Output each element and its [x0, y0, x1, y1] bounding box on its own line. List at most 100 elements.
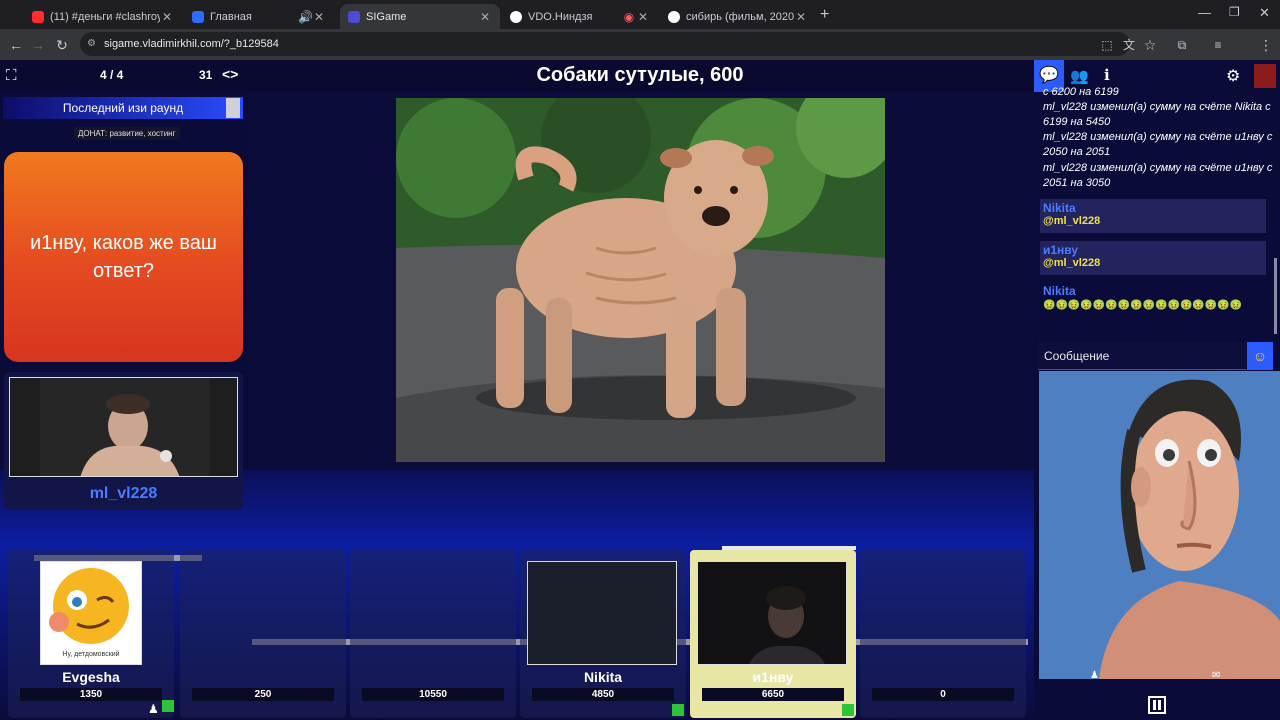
- player-avatar: [40, 561, 142, 665]
- message-input[interactable]: Сообщение: [1038, 342, 1246, 370]
- theme-title: Собаки сутулые, 600: [536, 64, 744, 86]
- chat-log-line: ml_vl228 изменил(а) сумму на счёте и1нву…: [1043, 162, 1273, 189]
- question-image: [396, 98, 885, 462]
- close-icon[interactable]: ✕: [636, 10, 650, 24]
- message-author: Nikita: [1043, 201, 1076, 215]
- message-placeholder: Сообщение: [1044, 349, 1110, 363]
- code-toggle-icon[interactable]: <>: [222, 66, 238, 82]
- timer-value: 31: [199, 68, 213, 82]
- speaker-icon[interactable]: 🔊: [298, 10, 313, 24]
- user-icon: ♟: [1090, 670, 1099, 681]
- host-panel: ml_vl228: [4, 372, 243, 510]
- person-icon: ♟: [148, 702, 159, 716]
- tab-label: SIGame: [366, 10, 407, 23]
- chat-scrollbar[interactable]: [1274, 258, 1277, 334]
- chat-log-line: ml_vl228 изменил(а) сумму на счёте и1нву…: [1043, 131, 1273, 158]
- game-header: ⛶ 4 / 4 31 <> Собаки сутулые, 600: [0, 60, 1034, 92]
- sigame-icon: [348, 10, 360, 23]
- message-text: @ml_vl228: [1043, 257, 1101, 269]
- host-webcam: [9, 377, 238, 477]
- game-menu-icon[interactable]: ⛶: [6, 67, 24, 85]
- settings-icon[interactable]: ⚙: [1226, 66, 1240, 86]
- player-score: 250: [192, 688, 334, 701]
- info-tab-icon[interactable]: ℹ: [1104, 66, 1110, 84]
- browser-tab-search[interactable]: сибирь (фильм, 2020) актеры ✕: [660, 4, 816, 29]
- browser-tab-strip: (11) #деньги #clashroyale #cas ✕ Главная…: [0, 0, 1280, 29]
- close-window-icon[interactable]: ✕: [1259, 5, 1270, 21]
- player-slot[interactable]: 0: [860, 550, 1026, 718]
- player-slot[interactable]: 250: [180, 550, 346, 718]
- ready-indicator: [842, 704, 854, 716]
- new-tab-icon[interactable]: +: [820, 6, 829, 24]
- player-score: 1350: [20, 688, 162, 701]
- tab-label: сибирь (фильм, 2020) актеры: [686, 10, 794, 23]
- browser-tab-sigame[interactable]: SIGame ✕: [340, 4, 500, 29]
- question-progress: 4 / 4: [100, 68, 124, 82]
- round-indicator: [226, 98, 240, 118]
- player-score: 10550: [362, 688, 504, 701]
- address-bar[interactable]: ⚙ sigame.vladimirkhil.com/?_b129584: [80, 32, 1130, 56]
- browser-toolbar: ← → ↻ ⚙ sigame.vladimirkhil.com/?_b12958…: [0, 29, 1280, 82]
- player-name: и1нву: [752, 669, 794, 685]
- player-slot[interactable]: 10550: [350, 550, 516, 718]
- youtube-icon: [32, 10, 44, 23]
- extensions-icon[interactable]: ⧉: [1172, 35, 1192, 55]
- host-name: ml_vl228: [89, 485, 158, 502]
- media-icon: [192, 10, 204, 23]
- url-text: sigame.vladimirkhil.com/?_b129584: [104, 38, 279, 50]
- reload-icon[interactable]: ↻: [52, 35, 72, 55]
- avatar-caption: Ну, детдомовский: [62, 651, 120, 658]
- message-text: 🤢🤢🤢🤢🤢🤢🤢🤢🤢🤢🤢🤢🤢🤢🤢🤢: [1043, 300, 1243, 311]
- record-icon[interactable]: ◉: [622, 10, 636, 24]
- mail-icon: ✉: [1212, 670, 1221, 681]
- vdo-icon: [510, 10, 522, 23]
- message-author: и1нву: [1043, 243, 1079, 257]
- player-slot[interactable]: Nikita 4850: [520, 550, 686, 718]
- browser-tab-vdo[interactable]: VDO.Ниндзя ◉ ✕: [502, 4, 658, 29]
- close-icon[interactable]: ✕: [312, 10, 326, 24]
- player-webcam: [697, 561, 847, 665]
- streamer-avatar-overlay: [1039, 371, 1280, 679]
- round-name: Последний изи раунд: [62, 101, 184, 115]
- tab-label: VDO.Ниндзя: [528, 10, 593, 23]
- back-icon[interactable]: ←: [6, 35, 26, 55]
- close-icon[interactable]: ✕: [160, 10, 174, 24]
- message-text: @ml_vl228: [1043, 215, 1101, 227]
- chat-message: Nikita 🤢🤢🤢🤢🤢🤢🤢🤢🤢🤢🤢🤢🤢🤢🤢🤢: [1040, 282, 1266, 332]
- forward-icon[interactable]: →: [28, 35, 48, 55]
- donate-link[interactable]: ДОНАТ: развитие, хостинг: [74, 127, 180, 140]
- chat-message: Nikita @ml_vl228: [1040, 199, 1266, 233]
- player-score: 4850: [532, 688, 674, 701]
- menu-icon[interactable]: ⋮: [1256, 35, 1276, 55]
- player-score: 6650: [702, 688, 844, 701]
- player-name: Nikita: [583, 669, 623, 685]
- site-info-icon[interactable]: ⚙: [87, 32, 96, 56]
- message-author: Nikita: [1043, 284, 1076, 298]
- browser-tab-main[interactable]: Главная 🔊 ✕: [184, 4, 334, 29]
- install-icon[interactable]: ⬚: [1097, 35, 1117, 55]
- bookmark-icon[interactable]: ☆: [1140, 35, 1160, 55]
- pause-icon: [1158, 700, 1161, 710]
- pause-button[interactable]: [1148, 696, 1166, 714]
- player-slot-active[interactable]: и1нву 6650: [690, 550, 856, 718]
- pause-icon: [1153, 700, 1156, 710]
- tab-label: (11) #деньги #clashroyale #cas: [50, 10, 160, 23]
- close-icon[interactable]: ✕: [478, 10, 492, 24]
- browser-tab-youtube[interactable]: (11) #деньги #clashroyale #cas ✕: [24, 4, 182, 29]
- question-card: и1нву, каков же ваш ответ?: [4, 152, 243, 362]
- media-control-icon[interactable]: ≡: [1208, 35, 1228, 55]
- player-score: 0: [872, 688, 1014, 701]
- round-banner: Последний изи раунд: [3, 97, 243, 119]
- close-icon[interactable]: ✕: [794, 10, 808, 24]
- restore-icon[interactable]: ❐: [1229, 5, 1240, 19]
- chat-log-line: ml_vl228 изменил(а) сумму на счёте Nikit…: [1043, 101, 1271, 128]
- chat-message: и1нву @ml_vl228: [1040, 241, 1266, 275]
- emoji-button[interactable]: ☺: [1247, 342, 1273, 370]
- tab-label: Главная: [210, 10, 252, 23]
- translate-icon[interactable]: 文: [1119, 35, 1139, 55]
- question-text: и1нву, каков же ваш ответ?: [30, 232, 217, 282]
- players-tab-icon[interactable]: 👥: [1070, 67, 1089, 85]
- player-slot[interactable]: Ну, детдомовский Evgesha 1350 ♟: [8, 550, 174, 718]
- player-webcam: [527, 561, 677, 665]
- minimize-icon[interactable]: —: [1198, 5, 1211, 20]
